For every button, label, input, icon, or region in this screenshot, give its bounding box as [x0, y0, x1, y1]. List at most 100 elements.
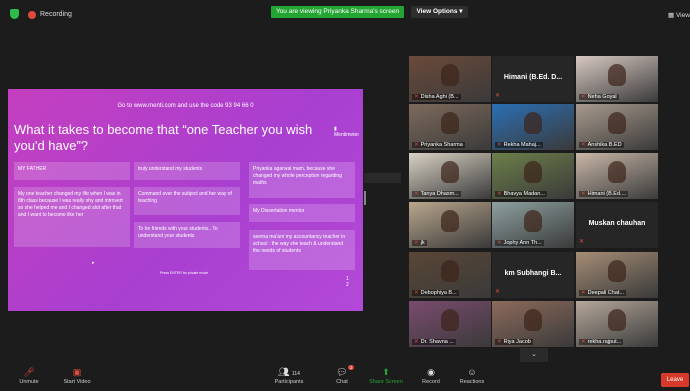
participant-name: ✕ Neha Goyal — [579, 94, 619, 100]
recording-label: Recording — [40, 11, 72, 18]
participant-tile[interactable]: ✕ Rekha Mahaj... — [492, 104, 574, 150]
reactions-label: Reactions — [459, 379, 485, 385]
response-card: My Dissertation mentor — [249, 204, 355, 222]
participant-tile[interactable]: Muskan chauhan ✕ — [576, 202, 658, 248]
view-button[interactable]: ▦ View — [668, 11, 690, 19]
participant-name-text: jk — [420, 240, 425, 246]
participant-tile[interactable]: ✕ Deepali Chat... — [576, 252, 658, 298]
participant-name: ✕ rekha.rajput... — [579, 339, 624, 345]
recording-icon — [28, 11, 36, 19]
participant-tile[interactable]: ✕ Anshika B.ED — [576, 104, 658, 150]
shared-screen: Go to www.menti.com and use the code 93 … — [8, 89, 363, 311]
participant-name: ✕ Priyanka Sharma — [412, 142, 465, 148]
participant-name-text: km Subhangi B... — [504, 270, 562, 277]
record-icon: ◉ — [427, 367, 435, 377]
participant-silhouette — [608, 112, 626, 134]
microphone-muted-icon: ✕ — [414, 94, 419, 100]
unmute-label: Unmute — [19, 379, 39, 385]
participant-tile[interactable]: ✕ Bhavya Madan... — [492, 153, 574, 199]
participant-tile[interactable]: km Subhangi B... ✕ — [492, 252, 574, 298]
participant-name: ✕ Deepali Chat... — [579, 290, 626, 296]
cursor-arrow-icon: ▸ — [92, 260, 95, 266]
participant-silhouette — [441, 112, 459, 134]
security-shield-icon[interactable] — [10, 9, 19, 19]
microphone-muted-icon: ✕ — [581, 339, 586, 345]
screen-divider-bar — [364, 173, 401, 183]
response-card: To be friends with your students.. To un… — [134, 222, 240, 248]
record-button[interactable]: ◉ Record — [418, 367, 444, 385]
share-screen-icon: ⬆ — [382, 367, 390, 377]
chevron-down-icon[interactable]: ⌄ — [520, 348, 548, 362]
share-screen-button[interactable]: ⬆ Share Screen — [366, 367, 406, 385]
response-card: MY FATHER — [14, 162, 130, 180]
participant-name-text: Anshika B.ED — [587, 142, 622, 148]
participant-tile[interactable]: ✕ Neha Goyal — [576, 56, 658, 102]
participant-silhouette — [441, 210, 459, 232]
participant-silhouette — [441, 309, 459, 331]
participant-name-text: Rekha Mahaj... — [503, 142, 541, 148]
participant-tile[interactable]: ✕ Riya Jacob — [492, 301, 574, 347]
participant-tile[interactable]: ✕ Himani (B.Ed.... — [576, 153, 658, 199]
response-card: Command over the subject and her way of … — [134, 187, 240, 215]
participant-silhouette — [524, 309, 542, 331]
participant-name-text: Disha Aghi (B... — [420, 94, 459, 100]
participant-name: ✕ Jophy Ann Th... — [495, 240, 544, 246]
slide-side-marks: 1 2 — [346, 276, 349, 288]
participants-icon: 👥︎ 114 — [278, 367, 300, 377]
participants-label: Participants — [274, 379, 304, 385]
unmute-button[interactable]: 🎤︎ Unmute — [14, 367, 44, 385]
leave-button[interactable]: Leave — [661, 373, 689, 387]
participant-tile[interactable]: Himani (B.Ed. D... ✕ — [492, 56, 574, 102]
participant-name: ✕ Himani (B.Ed.... — [579, 191, 629, 197]
participant-tile[interactable]: ✕ rekha.rajput... — [576, 301, 658, 347]
microphone-muted-icon: ✕ — [581, 94, 586, 100]
participant-tile[interactable]: ✕ Disha Aghi (B... — [409, 56, 491, 102]
participant-name: ✕ Disha Aghi (B... — [412, 94, 461, 100]
participant-name: ✕ Rekha Mahaj... — [495, 142, 543, 148]
participant-name-text: Jophy Ann Th... — [503, 240, 542, 246]
microphone-muted-icon: 🎤︎ — [23, 367, 35, 377]
microphone-muted-icon: ✕ — [581, 290, 586, 296]
participant-silhouette — [608, 64, 626, 86]
participant-tile[interactable]: ✕ Debophiya B... — [409, 252, 491, 298]
splitter-handle[interactable] — [364, 191, 366, 205]
start-video-label: Start Video — [63, 379, 91, 385]
participant-tile[interactable]: ✕ Dr. Shavna ... — [409, 301, 491, 347]
chat-button[interactable]: 💬︎ 3 Chat — [330, 365, 355, 385]
reactions-button[interactable]: ☺ Reactions — [456, 367, 488, 385]
participant-silhouette — [524, 161, 542, 183]
participant-tile[interactable]: ✕ Priyanka Sharma — [409, 104, 491, 150]
participant-silhouette — [524, 210, 542, 232]
participant-tile[interactable]: ✕ jk — [409, 202, 491, 248]
slide-hint: Press ENTER for private mode — [160, 271, 209, 275]
viewing-screen-banner: You are viewing Priyanka Sharma's screen — [271, 6, 404, 18]
participant-silhouette — [441, 64, 459, 86]
microphone-muted-icon: ✕ — [497, 339, 502, 345]
view-button-label: View — [675, 12, 690, 19]
mentimeter-logo-text: Mentimeter — [334, 132, 360, 138]
participant-name: ✕ jk — [412, 240, 427, 246]
participant-silhouette — [441, 161, 459, 183]
participant-silhouette — [441, 260, 459, 282]
participant-name-text: Riya Jacob — [503, 339, 531, 345]
share-screen-label: Share Screen — [369, 379, 403, 385]
participant-name-text: Tanya Dhasm... — [420, 191, 459, 197]
participants-button[interactable]: 👥︎ 114 Participants — [268, 367, 310, 385]
view-options-button[interactable]: View Options ▾ — [411, 6, 468, 18]
response-card: Priyanka agarwal mam, because she change… — [249, 162, 355, 198]
microphone-muted-icon: ✕ — [414, 191, 419, 197]
participant-name: ✕ Riya Jacob — [495, 339, 533, 345]
start-video-button[interactable]: ▣ Start Video — [58, 367, 96, 385]
participant-name-text: Neha Goyal — [587, 94, 617, 100]
participant-tile[interactable]: ✕ Tanya Dhasm... — [409, 153, 491, 199]
microphone-muted-icon: ✕ — [495, 289, 501, 295]
participant-tile[interactable]: ✕ Jophy Ann Th... — [492, 202, 574, 248]
top-bar: Recording You are viewing Priyanka Sharm… — [0, 0, 690, 26]
participant-name-text: Muskan chauhan — [588, 220, 646, 227]
participant-name-text: Himani (B.Ed. D... — [503, 74, 563, 81]
participant-name: ✕ Anshika B.ED — [579, 142, 624, 148]
participant-name: ✕ Tanya Dhasm... — [412, 191, 461, 197]
participant-silhouette — [608, 161, 626, 183]
microphone-muted-icon: ✕ — [414, 290, 419, 296]
participant-name: ✕ Bhavya Madan... — [495, 191, 547, 197]
